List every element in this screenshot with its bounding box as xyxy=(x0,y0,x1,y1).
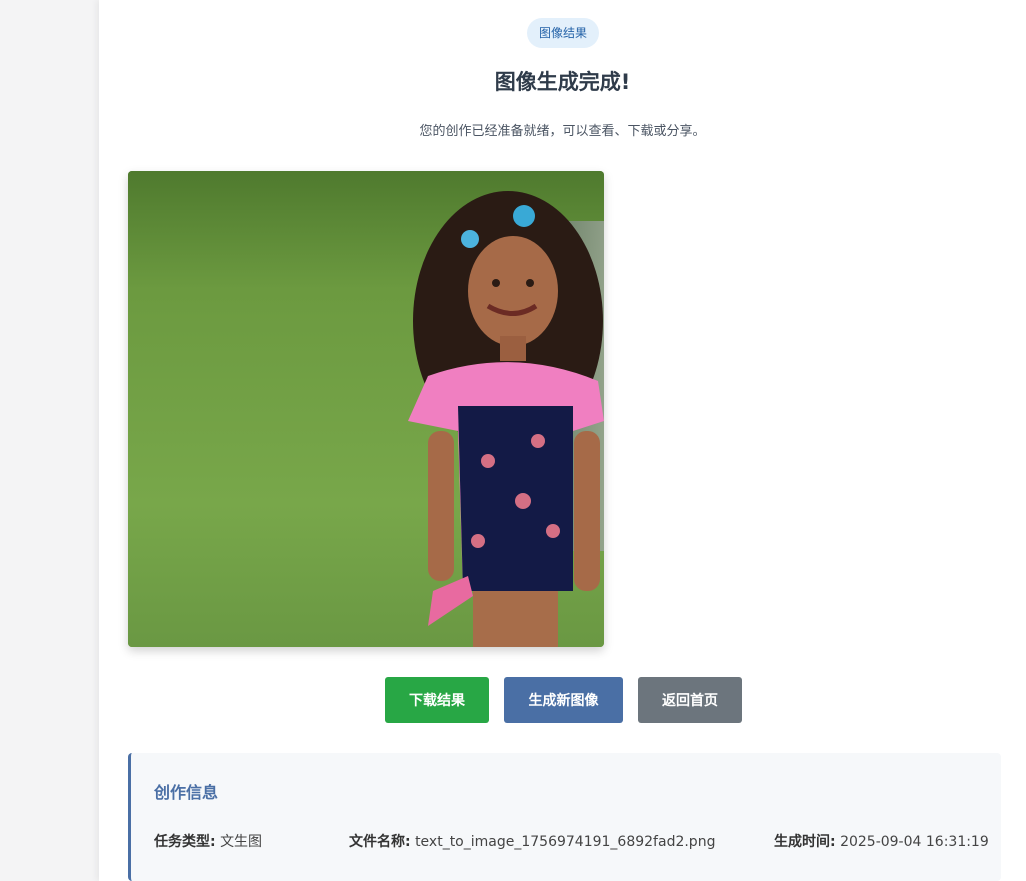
download-result-button[interactable]: 下载结果 xyxy=(385,677,489,723)
file-name-value: text_to_image_1756974191_6892fad2.png xyxy=(415,834,716,850)
task-type-label: 任务类型: xyxy=(154,834,216,850)
generated-time-value: 2025-09-04 16:31:19 xyxy=(840,834,989,850)
info-title: 创作信息 xyxy=(154,783,219,802)
generate-new-image-button[interactable]: 生成新图像 xyxy=(504,677,623,723)
left-gutter xyxy=(0,0,99,881)
file-name-label: 文件名称: xyxy=(349,834,411,850)
page-title: 图像生成完成! xyxy=(494,70,631,94)
info-file-name: 文件名称: text_to_image_1756974191_6892fad2.… xyxy=(349,831,715,851)
creation-info-panel: 创作信息 任务类型: 文生图 文件名称: text_to_image_17569… xyxy=(128,753,1001,881)
info-task-type: 任务类型: 文生图 xyxy=(154,831,262,851)
result-card: 图像结果 图像生成完成! 您的创作已经准备就绪，可以查看、下载或分享。 下载结果… xyxy=(99,0,1026,881)
info-generated-time: 生成时间: 2025-09-04 16:31:19 xyxy=(774,831,989,851)
generated-image[interactable] xyxy=(128,171,604,647)
result-badge: 图像结果 xyxy=(527,18,600,48)
generated-image-illustration xyxy=(128,171,604,647)
page-subtitle: 您的创作已经准备就绪，可以查看、下载或分享。 xyxy=(419,124,706,139)
generated-time-label: 生成时间: xyxy=(774,834,836,850)
return-home-button[interactable]: 返回首页 xyxy=(638,677,742,723)
task-type-value: 文生图 xyxy=(220,834,263,850)
